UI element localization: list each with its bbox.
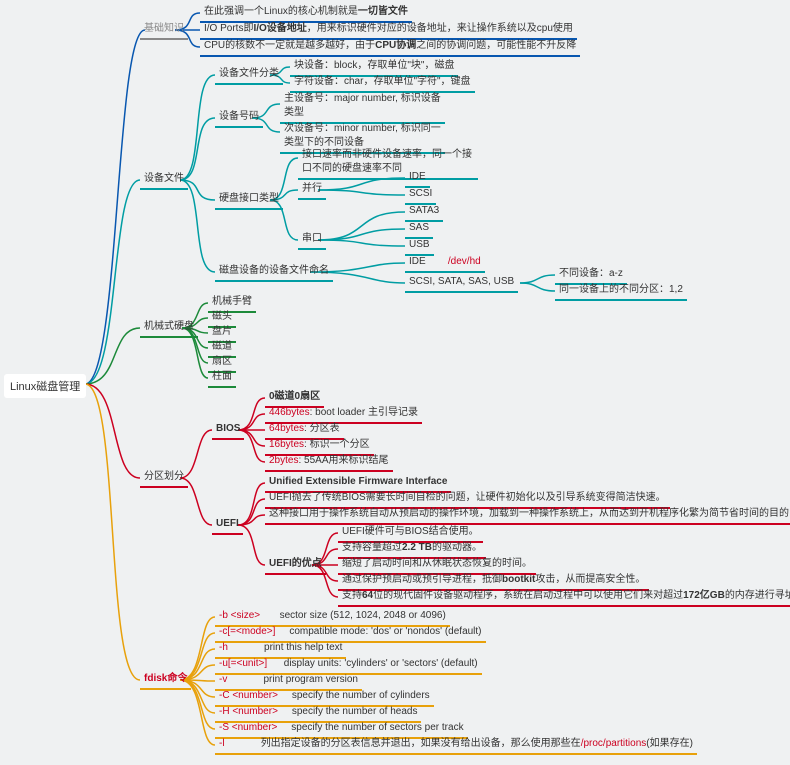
devfile-iface-label[interactable]: 硬盘接口类型 bbox=[215, 190, 283, 210]
devfile-naming-part[interactable]: 同一设备上的不同分区：1,2 bbox=[555, 281, 687, 301]
devfile-cls-label[interactable]: 设备文件分类 bbox=[215, 65, 283, 85]
devfile-iface-desc[interactable]: 接口速率而非硬件设备速率，同一个接口不同的硬盘速率不同 bbox=[298, 146, 478, 180]
uefi-adv5[interactable]: 支持64位的现代固件设备驱动程序，系统在启动过程中可以使用它们来对超过172亿G… bbox=[338, 587, 790, 607]
fdisk-l[interactable]: -l 列出指定设备的分区表信息并退出，如果没有给出设备，那么使用那些在/proc… bbox=[215, 735, 697, 755]
devfile-iface-parallel[interactable]: 并行 bbox=[298, 180, 326, 200]
devfile-label[interactable]: 设备文件 bbox=[140, 170, 188, 190]
devfile-naming-scsi[interactable]: SCSI, SATA, SAS, USB bbox=[405, 273, 518, 293]
devfile-num-major[interactable]: 主设备号：major number, 标识设备类型 bbox=[280, 90, 445, 124]
basic-label[interactable]: 基础知识 bbox=[140, 20, 188, 40]
basic-n3[interactable]: CPU的核数不一定就是越多越好，由于CPU协调之间的协调问题，可能性能不升反降 bbox=[200, 37, 580, 57]
fdisk-label[interactable]: fdisk命令 bbox=[140, 670, 191, 690]
mech-cylinder[interactable]: 柱面 bbox=[208, 368, 236, 388]
uefi-adv-label[interactable]: UEFI的优点 bbox=[265, 555, 326, 575]
devfile-num-label[interactable]: 设备号码 bbox=[215, 108, 263, 128]
devfile-naming-ide[interactable]: IDE /dev/hd bbox=[405, 253, 485, 273]
partition-label[interactable]: 分区划分 bbox=[140, 468, 188, 488]
bios-end[interactable]: 2bytes: 55AA用来标识结尾 bbox=[265, 452, 393, 472]
bios-label[interactable]: BIOS bbox=[212, 420, 244, 440]
mech-label[interactable]: 机械式硬盘 bbox=[140, 318, 198, 338]
root-node[interactable]: Linux磁盘管理 bbox=[4, 374, 86, 398]
uefi-desc2[interactable]: 这种接口用于操作系统自动从预启动的操作环境，加载到一种操作系统上，从而达到开机程… bbox=[265, 505, 790, 525]
uefi-label[interactable]: UEFI bbox=[212, 515, 243, 535]
devfile-naming-label[interactable]: 磁盘设备的设备文件命名 bbox=[215, 262, 333, 282]
devfile-iface-serial[interactable]: 串口 bbox=[298, 230, 326, 250]
